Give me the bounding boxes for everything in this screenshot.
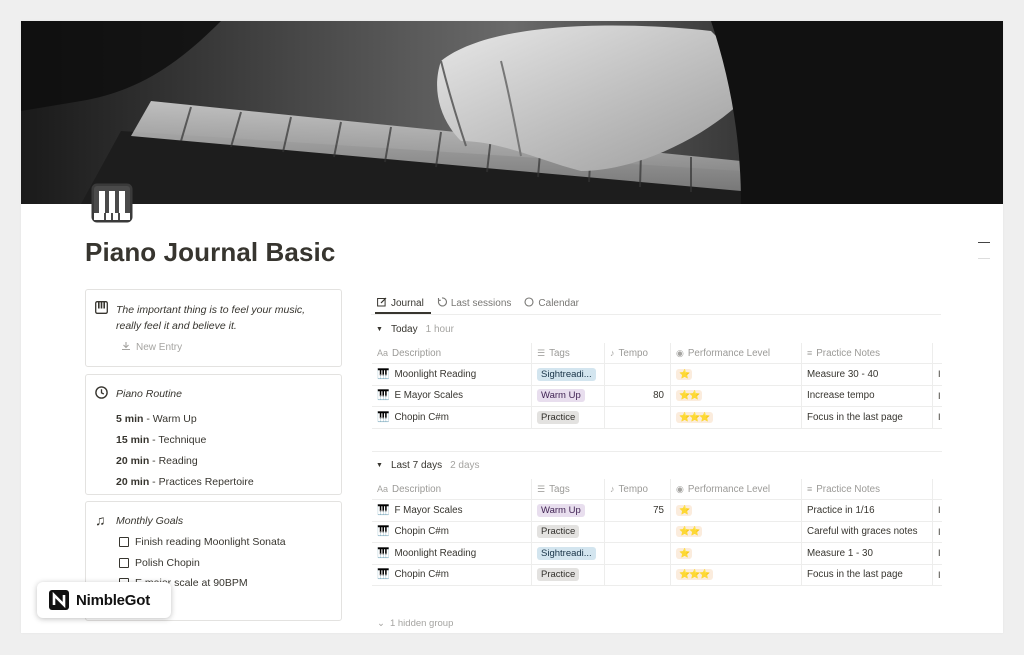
table-header: Aa Description ☰ Tags ♪ Tempo ◉ Performance …	[372, 343, 942, 364]
list-icon: ☰	[537, 347, 546, 358]
routine-list: 5 min - Warm Up 15 min - Technique 20 mi…	[116, 409, 254, 493]
column-header-tempo[interactable]: ♪ Tempo	[605, 343, 671, 363]
text-property-icon: Aa	[377, 484, 389, 494]
column-header-notes[interactable]: ≡ Practice Notes	[802, 343, 933, 363]
caret-down-icon[interactable]: ▼	[376, 462, 383, 469]
chevron-down-icon: ⌄	[377, 618, 385, 629]
cover-image[interactable]	[21, 21, 1003, 204]
table-row[interactable]: 🎹 Chopin C#m Practice ⭐⭐⭐ Focus in the la…	[372, 564, 942, 586]
todo-item[interactable]: Finish reading Moonlight Sonata	[119, 532, 286, 553]
divider	[372, 451, 942, 452]
music-note-icon: ♫	[95, 512, 106, 528]
table-row[interactable]: 🎹 Moonlight Reading Sightreadi... ⭐ Measu…	[372, 543, 942, 565]
list-item: 5 min - Warm Up	[116, 413, 197, 425]
quote-callout[interactable]: The important thing is to feel your musi…	[85, 289, 342, 367]
metronome-icon: 🎹	[377, 411, 390, 423]
column-header-tempo[interactable]: ♪ Tempo	[605, 479, 671, 499]
collapse-icon[interactable]	[978, 242, 990, 254]
list-item: 20 min - Practices Repertoire	[116, 476, 254, 488]
tag-badge: Practice	[537, 410, 580, 424]
column-header-notes[interactable]: ≡ Practice Notes	[802, 479, 933, 499]
select-icon: ◉	[676, 347, 684, 358]
edit-icon	[377, 297, 387, 310]
list-item: 20 min - Reading	[116, 455, 198, 467]
list-icon: ☰	[537, 483, 546, 494]
view-tabs: Journal Last sessions Calendar	[377, 294, 579, 312]
tab-last-sessions[interactable]: Last sessions	[437, 294, 511, 312]
metronome-icon: 🎹	[377, 368, 390, 380]
caret-down-icon[interactable]: ▼	[376, 326, 383, 333]
piano-callout-icon	[95, 301, 109, 315]
group-header-today[interactable]: ▼ Today 1 hour	[376, 324, 454, 335]
tag-badge: Sightreadi...	[537, 546, 596, 560]
text-property-icon: Aa	[377, 348, 389, 358]
checkbox[interactable]	[119, 537, 129, 548]
column-header-description[interactable]: Aa Description	[372, 343, 532, 363]
metronome-icon: 🎹	[377, 569, 390, 581]
new-entry-label: New Entry	[136, 342, 183, 353]
metronome-icon: ♪	[610, 348, 615, 358]
star-rating: ⭐⭐	[676, 526, 703, 538]
routine-callout[interactable]: Piano Routine 5 min - Warm Up 15 min - T…	[85, 374, 342, 495]
history-icon	[437, 296, 447, 310]
metronome-icon: 🎹	[377, 504, 390, 516]
column-header-performance[interactable]: ◉ Performance Level	[671, 343, 802, 363]
page-title[interactable]: Piano Journal Basic	[85, 237, 335, 268]
star-rating: ⭐⭐⭐	[676, 411, 713, 423]
nimblegot-logo-icon	[49, 590, 69, 610]
notion-page: Piano Journal Basic The important thing …	[21, 21, 1003, 633]
table-header: Aa Description ☰ Tags ♪ Tempo ◉ Performance …	[372, 479, 942, 500]
quote-text: The important thing is to feel your musi…	[116, 304, 306, 332]
tab-calendar[interactable]: Calendar	[524, 294, 579, 312]
piano-keys-icon[interactable]	[91, 183, 133, 223]
nimblegot-badge[interactable]: NimbleGot	[37, 582, 171, 618]
select-icon: ◉	[676, 483, 684, 494]
tab-journal[interactable]: Journal	[377, 294, 424, 312]
table-row[interactable]: 🎹 Chopin C#m Practice ⭐⭐⭐ Focus in the la…	[372, 407, 942, 429]
metronome-icon: ♪	[610, 484, 615, 494]
text-lines-icon: ≡	[807, 484, 813, 494]
tag-badge: Warm Up	[537, 503, 585, 517]
checkbox[interactable]	[119, 557, 129, 568]
routine-heading: Piano Routine	[116, 388, 182, 400]
table-row[interactable]: 🎹 E Mayor Scales Warm Up 80 ⭐⭐ Increase t…	[372, 385, 942, 407]
tag-badge: Warm Up	[537, 389, 585, 403]
column-header-more[interactable]: ⋮	[933, 343, 942, 363]
list-item: 15 min - Technique	[116, 434, 207, 446]
tag-badge: Practice	[537, 568, 580, 582]
clock-icon	[95, 386, 109, 400]
divider	[371, 314, 941, 315]
column-header-tags[interactable]: ☰ Tags	[532, 343, 605, 363]
star-rating: ⭐	[676, 504, 693, 516]
column-header-description[interactable]: Aa Description	[372, 479, 532, 499]
calendar-icon	[524, 296, 534, 310]
star-rating: ⭐⭐⭐	[676, 569, 713, 581]
journal-table-last-7-days: Aa Description ☰ Tags ♪ Tempo ◉ Performance …	[372, 479, 942, 586]
column-header-tags[interactable]: ☰ Tags	[532, 479, 605, 499]
goals-heading: Monthly Goals	[116, 515, 184, 527]
hidden-group-toggle[interactable]: ⌄ 1 hidden group	[377, 618, 453, 629]
tag-badge: Practice	[537, 525, 580, 539]
metronome-icon: 🎹	[377, 547, 390, 559]
text-lines-icon: ≡	[807, 348, 813, 358]
star-rating: ⭐	[676, 368, 693, 380]
tag-badge: Sightreadi...	[537, 367, 596, 381]
divider	[978, 258, 990, 259]
table-row[interactable]: 🎹 F Mayor Scales Warm Up 75 ⭐ Practice in…	[372, 500, 942, 522]
column-header-performance[interactable]: ◉ Performance Level	[671, 479, 802, 499]
download-icon	[121, 341, 131, 354]
table-row[interactable]: 🎹 Chopin C#m Practice ⭐⭐ Careful with gra…	[372, 521, 942, 543]
metronome-icon: 🎹	[377, 390, 390, 402]
table-row[interactable]: 🎹 Moonlight Reading Sightreadi... ⭐ Measu…	[372, 364, 942, 386]
group-header-last-7-days[interactable]: ▼ Last 7 days 2 days	[376, 460, 480, 471]
badge-text: NimbleGot	[76, 591, 151, 609]
new-entry-button[interactable]: New Entry	[121, 341, 182, 354]
piano-hands-photo	[21, 21, 1003, 204]
metronome-icon: 🎹	[377, 526, 390, 538]
todo-item[interactable]: Polish Chopin	[119, 553, 286, 574]
star-rating: ⭐⭐	[676, 390, 703, 402]
column-header-more[interactable]: ⋮	[933, 479, 942, 499]
journal-table-today: Aa Description ☰ Tags ♪ Tempo ◉ Performance …	[372, 343, 942, 429]
star-rating: ⭐	[676, 547, 693, 559]
